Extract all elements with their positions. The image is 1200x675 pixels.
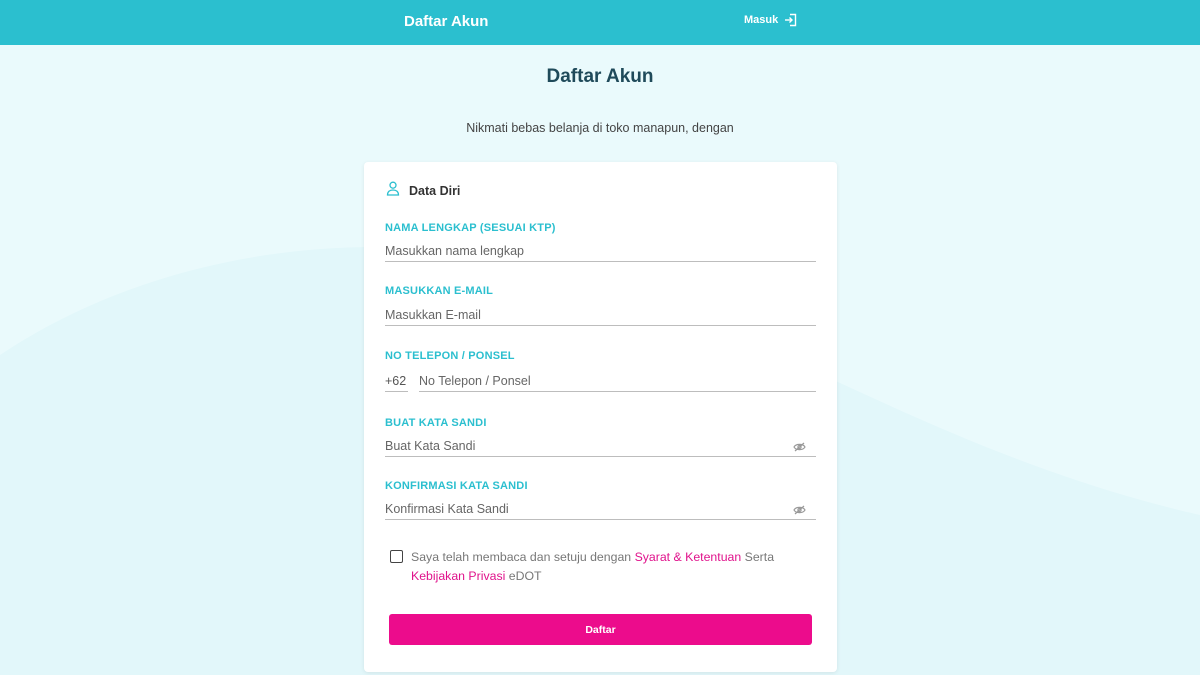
eye-off-icon[interactable] bbox=[793, 504, 806, 518]
full-name-field: NAMA LENGKAP (SESUAI KTP) Masukkan nama … bbox=[385, 222, 816, 262]
login-label: Masuk bbox=[744, 14, 779, 26]
email-field: MASUKKAN E-MAIL Masukkan E-mail bbox=[385, 285, 816, 326]
register-button[interactable]: Daftar bbox=[389, 614, 812, 645]
password-placeholder: Buat Kata Sandi bbox=[385, 438, 476, 453]
privacy-link[interactable]: Kebijakan Privasi bbox=[411, 569, 505, 583]
registration-form-card: Data Diri NAMA LENGKAP (SESUAI KTP) Masu… bbox=[364, 162, 837, 672]
terms-text: Saya telah membaca dan setuju dengan Sya… bbox=[411, 548, 800, 586]
terms-agreement: Saya telah membaca dan setuju dengan Sya… bbox=[390, 548, 800, 586]
page-title: Daftar Akun bbox=[546, 66, 654, 87]
header-title: Daftar Akun bbox=[404, 13, 489, 30]
terms-checkbox[interactable] bbox=[390, 550, 403, 563]
login-link[interactable]: Masuk bbox=[744, 13, 797, 27]
section-title: Data Diri bbox=[409, 184, 461, 198]
phone-input[interactable]: No Telepon / Ponsel bbox=[419, 370, 816, 392]
email-input[interactable]: Masukkan E-mail bbox=[385, 304, 816, 326]
password-label: BUAT KATA SANDI bbox=[385, 417, 487, 429]
confirm-password-placeholder: Konfirmasi Kata Sandi bbox=[385, 501, 509, 516]
password-field: BUAT KATA SANDI Buat Kata Sandi bbox=[385, 417, 816, 457]
confirm-password-input[interactable]: Konfirmasi Kata Sandi bbox=[385, 498, 816, 520]
phone-label: NO TELEPON / PONSEL bbox=[385, 350, 515, 362]
terms-link[interactable]: Syarat & Ketentuan bbox=[635, 550, 742, 564]
confirm-password-label: KONFIRMASI KATA SANDI bbox=[385, 480, 528, 492]
password-input[interactable]: Buat Kata Sandi bbox=[385, 435, 816, 457]
email-label: MASUKKAN E-MAIL bbox=[385, 285, 494, 297]
phone-field: NO TELEPON / PONSEL +62 No Telepon / Pon… bbox=[385, 350, 816, 392]
terms-text-before: Saya telah membaca dan setuju dengan bbox=[411, 550, 635, 564]
sign-in-icon bbox=[784, 13, 797, 27]
phone-placeholder: No Telepon / Ponsel bbox=[419, 373, 531, 388]
user-icon bbox=[386, 181, 400, 201]
terms-text-after: eDOT bbox=[505, 569, 542, 583]
phone-country-code[interactable]: +62 bbox=[385, 370, 408, 392]
eye-off-icon[interactable] bbox=[793, 441, 806, 455]
email-placeholder: Masukkan E-mail bbox=[385, 307, 481, 322]
full-name-label: NAMA LENGKAP (SESUAI KTP) bbox=[385, 222, 556, 234]
section-header-personal-data: Data Diri bbox=[386, 181, 460, 201]
full-name-input[interactable]: Masukkan nama lengkap bbox=[385, 240, 816, 262]
confirm-password-field: KONFIRMASI KATA SANDI Konfirmasi Kata Sa… bbox=[385, 480, 816, 520]
full-name-placeholder: Masukkan nama lengkap bbox=[385, 243, 524, 258]
terms-text-middle: Serta bbox=[741, 550, 775, 564]
page-subtitle: Nikmati bebas belanja di toko manapun, d… bbox=[466, 121, 734, 135]
top-navigation-bar: Daftar Akun Masuk bbox=[0, 0, 1200, 45]
